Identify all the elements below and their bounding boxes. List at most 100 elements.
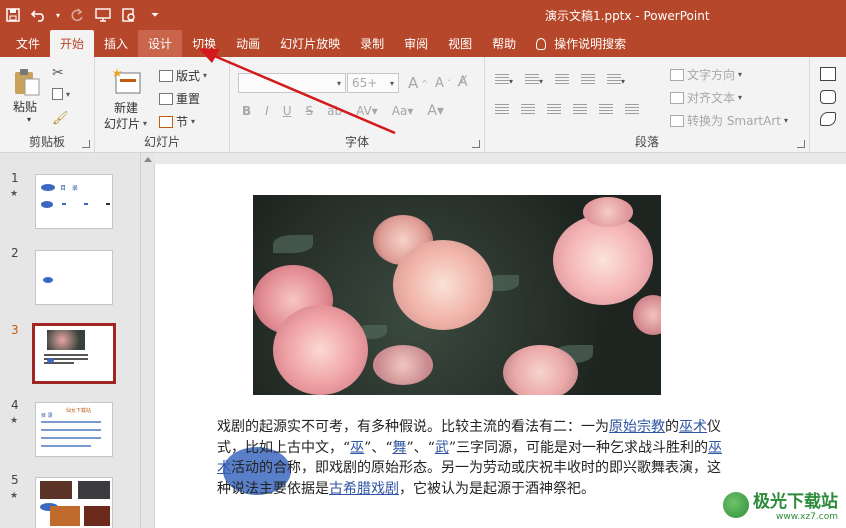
slide-number-5: 5 xyxy=(11,473,19,487)
reset-icon xyxy=(159,92,173,105)
tab-help[interactable]: 帮助 xyxy=(482,30,526,57)
slide-body-text[interactable]: 戏剧的起源实不可考，有多种假说。比较主流的看法有二：一为原始宗教的巫术仪式，比如… xyxy=(217,417,727,499)
italic-button[interactable]: I xyxy=(265,104,269,118)
font-launcher-icon[interactable] xyxy=(472,140,480,148)
tab-animations[interactable]: 动画 xyxy=(226,30,270,57)
distribute-icon[interactable] xyxy=(599,104,613,114)
tell-me-search[interactable]: 操作说明搜索 xyxy=(526,30,636,57)
customize-icon[interactable]: ⏷ xyxy=(142,0,168,30)
font-size-combo[interactable]: 65+ ▾ xyxy=(347,73,399,93)
slide-editor: 戏剧的起源实不可考，有多种假说。比较主流的看法有二：一为原始宗教的巫术仪式，比如… xyxy=(154,153,846,528)
underline-button[interactable]: U xyxy=(283,104,292,118)
tab-home[interactable]: 开始 xyxy=(50,30,95,57)
align-right-icon[interactable] xyxy=(547,104,561,114)
scroll-up-icon[interactable] xyxy=(144,157,152,162)
slide-thumbnail-4[interactable]: 仙女下载站 目 录 xyxy=(35,402,113,457)
current-slide[interactable]: 戏剧的起源实不可考，有多种假说。比较主流的看法有二：一为原始宗教的巫术仪式，比如… xyxy=(154,164,846,528)
undo-icon[interactable] xyxy=(26,0,52,30)
format-painter-icon[interactable]: 🖌 xyxy=(52,111,69,126)
link-primitive-religion[interactable]: 原始宗教 xyxy=(609,419,665,435)
watermark-logo-icon xyxy=(723,491,749,518)
line-spacing-icon[interactable]: ▾ xyxy=(607,73,625,87)
group-font: ▾ 65+ ▾ A ^ Aˇ A̸ B I U S ab AV▾ Aa▾ A▾ 字体 xyxy=(230,57,485,153)
watermark-url: www.xz7.com xyxy=(776,512,838,522)
shrink-font-icon[interactable]: Aˇ xyxy=(435,76,451,91)
grow-font-icon[interactable]: A ^ xyxy=(408,74,428,92)
bullets-icon[interactable]: ▾ xyxy=(495,73,513,87)
align-center-icon[interactable] xyxy=(521,104,535,114)
align-left-icon[interactable] xyxy=(495,104,509,114)
link-dance[interactable]: 舞 xyxy=(393,440,407,456)
thumbnail-scrollbar[interactable] xyxy=(140,153,154,528)
slide-thumbnail-1[interactable]: 目 录 xyxy=(35,174,113,229)
tab-insert[interactable]: 插入 xyxy=(94,30,138,57)
link-wizardry[interactable]: 巫术 xyxy=(679,419,707,435)
clipboard-launcher-icon[interactable] xyxy=(82,140,90,148)
animation-star-icon: ★ xyxy=(10,189,19,199)
font-color-icon[interactable]: A▾ xyxy=(427,103,444,119)
tab-slideshow[interactable]: 幻灯片放映 xyxy=(270,30,350,57)
link-martial[interactable]: 武 xyxy=(435,440,449,456)
paste-icon[interactable] xyxy=(12,67,42,97)
slides-label: 幻灯片 xyxy=(143,135,180,149)
paste-dropdown-icon[interactable]: ▾ xyxy=(27,115,31,124)
decrease-indent-icon[interactable] xyxy=(555,73,570,87)
strike-button[interactable]: S xyxy=(306,104,314,118)
slide-thumbnail-3-selected[interactable] xyxy=(32,323,116,384)
bold-button[interactable]: B xyxy=(242,104,251,118)
font-label: 字体 xyxy=(344,135,369,149)
section-button[interactable]: 节 ▾ xyxy=(159,113,195,130)
link-wu[interactable]: 巫 xyxy=(350,440,364,456)
title-bar: ▾ ⏷ 演示文稿1.pptx - PowerPoint xyxy=(0,0,846,30)
align-text-button[interactable]: 对齐文本 ▾ xyxy=(670,89,742,106)
watermark: 极光下载站 www.xz7.com xyxy=(723,487,838,522)
tab-view[interactable]: 视图 xyxy=(438,30,482,57)
clear-format-icon[interactable]: A̸ xyxy=(458,74,468,90)
case-icon[interactable]: Aa▾ xyxy=(392,104,414,118)
tab-design[interactable]: 设计 xyxy=(138,30,183,57)
tab-file[interactable]: 文件 xyxy=(6,30,50,57)
watermark-name: 极光下载站 xyxy=(753,492,838,512)
numbering-icon[interactable]: ▾ xyxy=(525,73,543,87)
cut-icon[interactable]: ✂ xyxy=(52,65,64,81)
smartart-button[interactable]: 转换为 SmartArt ▾ xyxy=(670,112,788,129)
columns-icon[interactable] xyxy=(625,104,639,114)
tab-record[interactable]: 录制 xyxy=(350,30,394,57)
link-greek-drama[interactable]: 古希腊戏剧 xyxy=(329,481,399,497)
text-direction-button[interactable]: 文字方向 ▾ xyxy=(670,66,742,83)
section-icon xyxy=(159,115,173,128)
powerpoint-window: { "window": {"title": "演示文稿1.pptx - Powe… xyxy=(0,0,846,528)
font-style-row: B I U S ab AV▾ Aa▾ A▾ xyxy=(242,103,444,119)
ribbon: 粘贴 ▾ ✂ ▾ 🖌 剪贴板 新建 幻灯片 ▾ 版式 ▾ 重置 节 ▾ 幻灯片 ▾ 6… xyxy=(0,57,846,153)
preview-icon[interactable] xyxy=(116,0,142,30)
shadow-icon[interactable]: ab xyxy=(327,104,342,118)
animation-star-icon: ★ xyxy=(10,491,19,501)
slide-thumbnail-5[interactable] xyxy=(35,477,113,528)
slide-thumbnail-2[interactable] xyxy=(35,250,113,305)
tell-me-label: 操作说明搜索 xyxy=(554,37,627,51)
tab-transitions[interactable]: 切换 xyxy=(182,30,226,57)
new-slide-button[interactable]: 幻灯片 ▾ xyxy=(104,115,147,132)
copy-icon[interactable]: ▾ xyxy=(52,88,70,100)
thumb-4-title: 目 录 xyxy=(41,413,53,419)
justify-icon[interactable] xyxy=(573,104,587,114)
slideshow-icon[interactable] xyxy=(90,0,116,30)
rounded-rect-shape-icon[interactable] xyxy=(820,90,836,104)
layout-button[interactable]: 版式 ▾ xyxy=(159,67,207,84)
save-icon[interactable] xyxy=(0,0,26,30)
slide-number-4: 4 xyxy=(11,398,19,412)
new-slide-icon[interactable] xyxy=(112,67,142,98)
undo-dropdown-icon[interactable]: ▾ xyxy=(52,0,64,30)
freeform-shape-icon[interactable] xyxy=(820,112,836,126)
textbox-shape-icon[interactable] xyxy=(820,67,836,81)
tab-review[interactable]: 审阅 xyxy=(394,30,438,57)
rose-photo[interactable] xyxy=(253,195,661,395)
new-slide-label-1[interactable]: 新建 xyxy=(114,99,138,116)
paste-button[interactable]: 粘贴 xyxy=(13,98,37,115)
redo-icon[interactable] xyxy=(64,0,90,30)
paragraph-launcher-icon[interactable] xyxy=(797,140,805,148)
increase-indent-icon[interactable] xyxy=(581,73,596,87)
reset-button[interactable]: 重置 xyxy=(159,90,200,107)
font-name-combo[interactable]: ▾ xyxy=(238,73,346,93)
spacing-icon[interactable]: AV▾ xyxy=(356,104,378,118)
